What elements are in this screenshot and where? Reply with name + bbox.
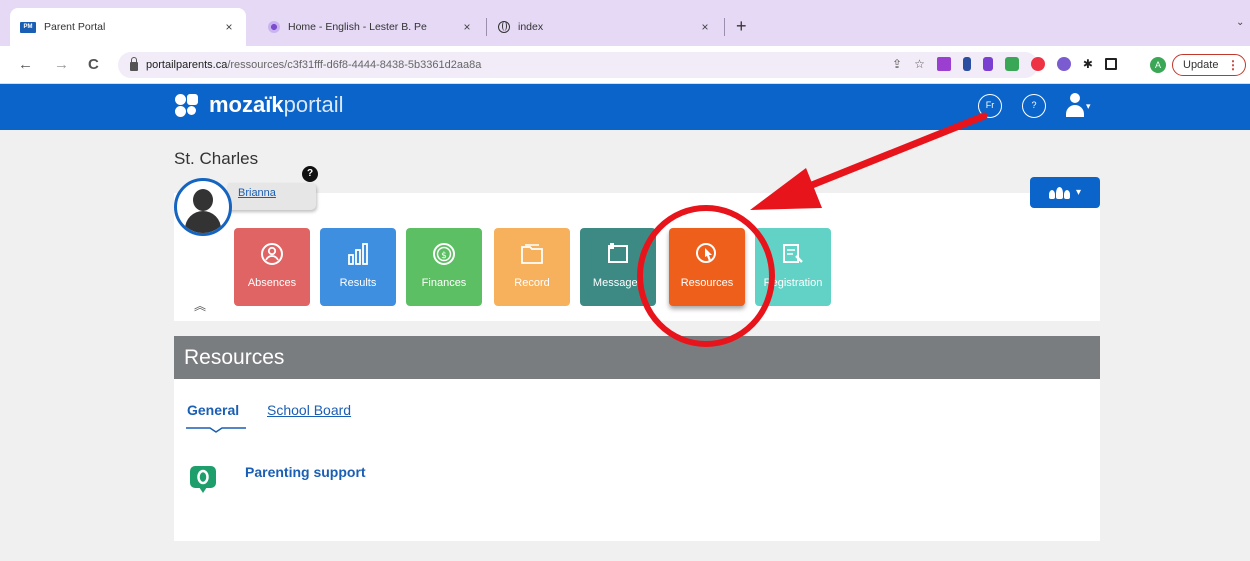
close-icon[interactable]: × [698, 20, 712, 34]
tile-absences[interactable]: Absences [234, 228, 310, 306]
close-icon[interactable]: × [460, 20, 474, 34]
tile-finances[interactable]: $ Finances [406, 228, 482, 306]
tab-search-chevron-icon[interactable]: ⌄ [1236, 17, 1244, 28]
student-name-link[interactable]: Brianna [238, 187, 276, 199]
reload-icon[interactable]: C [88, 56, 99, 73]
chevron-down-icon: ▾ [1075, 187, 1082, 198]
browser-toolbar: ← → C portailparents.ca/ressources/c3f31… [0, 46, 1250, 84]
folder-icon [521, 244, 543, 264]
help-badge-icon[interactable]: ? [302, 166, 318, 182]
resource-pointer-icon [696, 243, 716, 263]
new-tab-button[interactable]: + [736, 16, 747, 37]
extension-puzzle-purple-icon[interactable] [936, 57, 951, 71]
extensions-puzzle-icon[interactable]: ✱ [1083, 57, 1093, 71]
tile-label: Messages [592, 277, 644, 289]
school-name: St. Charles [174, 149, 259, 168]
logo-mark-icon [175, 92, 201, 118]
globe-icon [498, 21, 510, 33]
tile-label: Record [514, 277, 550, 289]
extension-gear-icon[interactable] [1056, 57, 1071, 71]
url-path: /ressources/c3f31fff-d6f8-4444-8438-5b33… [227, 59, 482, 71]
mozaik-logo[interactable]: mozaïk portail [175, 92, 344, 118]
tab-separator [724, 18, 725, 36]
tile-messages[interactable]: Messages [580, 228, 656, 306]
extension-translate-icon[interactable] [1030, 57, 1045, 71]
svg-text:$: $ [441, 251, 447, 261]
chevron-down-icon: ▾ [1086, 101, 1091, 111]
extension-bookmark-icon[interactable] [962, 57, 971, 71]
dollar-coin-icon: $ [433, 243, 455, 265]
share-icon[interactable]: ⇪ [892, 57, 902, 71]
tile-label: Finances [421, 277, 467, 289]
back-arrow-icon[interactable]: ← [18, 56, 33, 73]
registration-form-icon [783, 244, 803, 263]
collapse-chevrons-icon[interactable]: ︽ [194, 297, 206, 314]
active-tab-indicator [186, 427, 246, 433]
tab-title: index [518, 21, 544, 33]
tile-label: Results [339, 277, 377, 289]
student-avatar[interactable] [174, 178, 232, 236]
tab-index[interactable]: index × [490, 8, 720, 46]
tile-label: Resources [680, 277, 734, 289]
logo-sub: portail [283, 92, 344, 117]
tab-lester-home[interactable]: Home - English - Lester B. Pe × [260, 8, 482, 46]
tab-title: Parent Portal [44, 21, 106, 33]
site-header: mozaïk portail Fr ? ▾ [0, 84, 1250, 130]
lock-icon[interactable] [130, 57, 138, 71]
profile-avatar[interactable]: A [1150, 57, 1166, 73]
student-selector[interactable]: Brianna [228, 183, 316, 210]
side-panel-icon[interactable] [1104, 58, 1117, 70]
help-button[interactable]: ? [1022, 94, 1046, 118]
subtab-school-board[interactable]: School Board [267, 402, 351, 418]
tile-record[interactable]: Record [494, 228, 570, 306]
logo-brand: mozaïk [209, 92, 284, 117]
extension-green-icon[interactable] [1004, 57, 1019, 71]
subtab-general[interactable]: General [187, 402, 239, 418]
more-menu-icon[interactable]: ⋮ [1227, 58, 1239, 72]
extension-shield-icon[interactable] [982, 57, 993, 71]
browser-tab-bar: PM Parent Portal × Home - English - Lest… [0, 0, 1250, 46]
person-circle-icon [261, 243, 283, 265]
url-host: portailparents.ca [146, 59, 228, 71]
tab-title: Home - English - Lester B. Pe [288, 21, 427, 33]
tile-label: Absences [247, 277, 297, 289]
home-favicon [268, 21, 280, 33]
tile-resources[interactable]: Resources [669, 228, 745, 306]
update-label: Update [1183, 59, 1219, 71]
speech-bubble-icon [190, 466, 216, 493]
family-switch-button[interactable]: ▾ [1030, 177, 1100, 208]
tile-registration[interactable]: Registration [755, 228, 831, 306]
close-icon[interactable]: × [222, 20, 236, 34]
tab-separator [486, 18, 487, 36]
family-group-icon [1048, 186, 1070, 199]
forward-arrow-icon[interactable]: → [54, 56, 69, 73]
bar-chart-icon [348, 243, 368, 265]
section-title: Resources [174, 336, 1100, 379]
extension-icons: ⇪ ☆ ✱ [892, 57, 1117, 71]
message-board-icon [608, 243, 628, 263]
user-menu-icon[interactable]: ▾ [1064, 93, 1094, 119]
parent-portal-favicon: PM [20, 21, 36, 33]
language-toggle-button[interactable]: Fr [978, 94, 1002, 118]
tab-parent-portal[interactable]: PM Parent Portal × [10, 8, 246, 46]
resource-link-parenting-support[interactable]: Parenting support [245, 464, 366, 480]
tile-label: Registration [763, 277, 823, 289]
star-icon[interactable]: ☆ [914, 57, 925, 71]
tile-results[interactable]: Results [320, 228, 396, 306]
update-button[interactable]: Update ⋮ [1172, 54, 1246, 76]
